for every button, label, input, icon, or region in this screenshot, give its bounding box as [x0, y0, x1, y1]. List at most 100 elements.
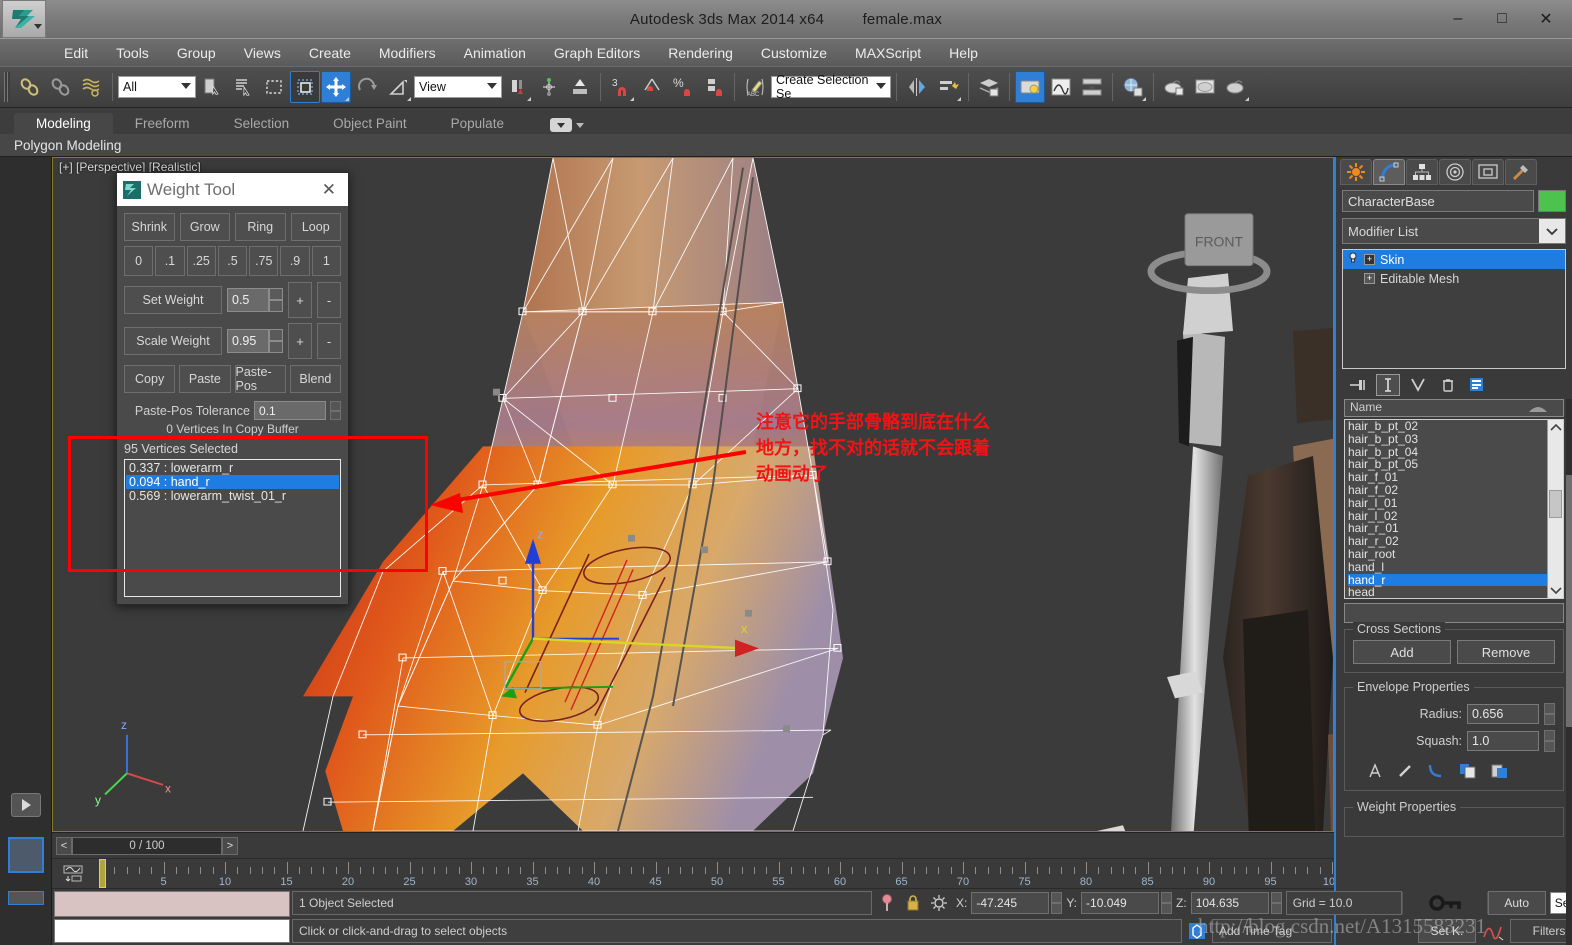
color-swatch-primary[interactable]	[8, 837, 44, 873]
hierarchy-tab-icon[interactable]	[1406, 159, 1438, 185]
bone-list-item[interactable]: head	[1348, 586, 1547, 598]
menu-item-rendering[interactable]: Rendering	[654, 42, 747, 64]
set-weight-spinner[interactable]	[269, 288, 283, 312]
scene-explorer-icon[interactable]	[1015, 71, 1045, 103]
color-swatch-secondary[interactable]	[8, 891, 44, 905]
bone-list-scrollbar[interactable]	[1547, 420, 1563, 598]
object-name-field[interactable]: CharacterBase	[1342, 190, 1534, 212]
menu-item-customize[interactable]: Customize	[747, 42, 841, 64]
lock-selection-icon[interactable]	[900, 892, 926, 914]
pin-stack-icon[interactable]	[874, 892, 900, 914]
weight-tool-grow-button[interactable]: Grow	[179, 213, 230, 241]
menu-item-help[interactable]: Help	[935, 42, 992, 64]
copy-envelope-icon[interactable]	[1459, 763, 1477, 782]
make-unique-icon[interactable]	[1406, 374, 1430, 396]
angle-snap-toggle-icon[interactable]	[637, 71, 667, 103]
prev-frame-button[interactable]: <	[56, 836, 72, 855]
mirror-icon[interactable]	[902, 71, 932, 103]
ribbon-tab-selection[interactable]: Selection	[212, 113, 312, 134]
weight-preset--1-button[interactable]: .1	[155, 246, 185, 276]
bone-list-header[interactable]: Name	[1344, 399, 1564, 417]
absolute-relative-icon[interactable]	[1367, 763, 1383, 782]
maxscript-mini-listener-input[interactable]	[54, 919, 290, 943]
schematic-view-icon[interactable]	[1077, 71, 1107, 103]
scale-weight-spinbox[interactable]: 0.95	[227, 329, 283, 353]
curve-editor-icon[interactable]	[1046, 71, 1076, 103]
application-menu-button[interactable]	[2, 0, 46, 38]
paste-pos-tolerance-spinner[interactable]	[330, 401, 341, 420]
add-cross-section-button[interactable]: Add	[1353, 640, 1451, 664]
undo-icon[interactable]	[15, 71, 45, 103]
bone-list[interactable]: hair_b_pt_02 hair_b_pt_03 hair_b_pt_04 hair…	[1344, 419, 1564, 599]
bone-list-item[interactable]: hair_b_pt_03	[1348, 432, 1547, 446]
create-tab-icon[interactable]	[1340, 159, 1372, 185]
weight-tool-loop-button[interactable]: Loop	[290, 213, 341, 241]
modify-tab-icon[interactable]	[1373, 159, 1405, 185]
vertex-weight-item[interactable]: 0.569 : lowerarm_twist_01_r	[126, 489, 339, 503]
close-icon[interactable]: ✕	[316, 180, 342, 200]
command-panel-scrollbar[interactable]	[1566, 399, 1572, 945]
scale-weight-button[interactable]: Scale Weight	[124, 327, 222, 355]
rendered-frame-window-icon[interactable]	[1190, 71, 1220, 103]
envelope-linear-icon[interactable]	[1397, 763, 1413, 782]
ribbon-options-dropdown[interactable]	[549, 118, 584, 134]
selection-filter-combo[interactable]: All	[118, 76, 196, 98]
weight-preset-1-button[interactable]: 1	[311, 246, 341, 276]
bone-list-item[interactable]: hair_f_02	[1348, 484, 1547, 497]
squash-value[interactable]: 1.0	[1467, 731, 1539, 751]
snaps-toggle-icon[interactable]: 3	[606, 71, 636, 103]
bone-list-item[interactable]: hair_l_01	[1348, 496, 1547, 510]
bone-list-item[interactable]: hand_r	[1348, 573, 1547, 587]
weight-preset--9-button[interactable]: .9	[280, 246, 310, 276]
menu-item-modifiers[interactable]: Modifiers	[365, 42, 450, 64]
menu-item-animation[interactable]: Animation	[450, 42, 540, 64]
menu-item-tools[interactable]: Tools	[102, 42, 163, 64]
menu-item-maxscript[interactable]: MAXScript	[841, 42, 935, 64]
weight-tool-paste-pos-button[interactable]: Paste-Pos	[234, 365, 286, 393]
modifier-stack-row[interactable]: + Skin	[1343, 250, 1565, 269]
frame-ruler[interactable]: 5 10 15 20 25 30 35 40 45 50 55 60 65 70 75 80 85 90 95 100	[94, 859, 1334, 888]
z-spinner[interactable]	[1270, 892, 1282, 914]
next-frame-button[interactable]: >	[222, 836, 238, 855]
render-production-icon[interactable]	[1221, 71, 1251, 103]
use-selection-center-icon[interactable]	[534, 71, 564, 103]
absolute-relative-transform-icon[interactable]	[926, 892, 952, 914]
set-weight-decrease-button[interactable]: -	[317, 282, 341, 318]
remove-cross-section-button[interactable]: Remove	[1457, 640, 1555, 664]
align-tools-icon[interactable]	[933, 71, 963, 103]
vertex-weight-item[interactable]: 0.094 : hand_r	[126, 475, 339, 489]
set-weight-button[interactable]: Set Weight	[124, 286, 222, 314]
weight-preset-0-button[interactable]: 0	[124, 246, 154, 276]
material-editor-icon[interactable]	[1118, 71, 1148, 103]
expand-modifier-icon[interactable]: +	[1364, 273, 1375, 284]
modifier-stack[interactable]: + Skin + Editable Mesh	[1342, 249, 1566, 369]
expand-modifier-icon[interactable]: +	[1364, 254, 1375, 265]
spinner-snap-toggle-icon[interactable]	[699, 71, 729, 103]
toolbar-grip[interactable]	[4, 72, 10, 102]
set-weight-increase-button[interactable]: +	[288, 282, 312, 318]
ribbon-tab-object-paint[interactable]: Object Paint	[311, 113, 429, 134]
maximize-button[interactable]: □	[1480, 4, 1524, 34]
weight-tool-dialog[interactable]: Weight Tool ✕ Shrink Grow Ring Loop 0.1.25.…	[116, 172, 349, 605]
radius-value[interactable]: 0.656	[1467, 704, 1539, 724]
scale-weight-value[interactable]: 0.95	[227, 329, 269, 353]
modifier-list-combo[interactable]: Modifier List	[1342, 218, 1566, 244]
time-slider[interactable]: < 0 / 100 >	[56, 836, 238, 855]
menu-item-edit[interactable]: Edit	[50, 42, 102, 64]
named-selection-set-combo[interactable]: Create Selection Se	[771, 73, 891, 101]
scroll-up-icon[interactable]	[1548, 420, 1563, 436]
use-pivot-center-icon[interactable]	[503, 71, 533, 103]
select-object-icon[interactable]	[197, 71, 227, 103]
set-weight-spinbox[interactable]: 0.5	[227, 288, 283, 312]
open-mini-curve-editor-icon[interactable]	[52, 859, 94, 888]
maxscript-mini-listener-output[interactable]	[54, 891, 290, 917]
window-crossing-toggle-icon[interactable]	[290, 71, 320, 103]
bind-space-warp-icon[interactable]	[77, 71, 107, 103]
menu-item-create[interactable]: Create	[295, 42, 365, 64]
bone-list-item[interactable]: hair_b_pt_02	[1348, 420, 1547, 433]
play-animation-button[interactable]	[11, 793, 41, 817]
unlink-icon[interactable]	[46, 71, 76, 103]
time-cursor[interactable]	[99, 859, 106, 888]
menu-item-views[interactable]: Views	[230, 42, 295, 64]
close-button[interactable]: ✕	[1524, 4, 1568, 34]
